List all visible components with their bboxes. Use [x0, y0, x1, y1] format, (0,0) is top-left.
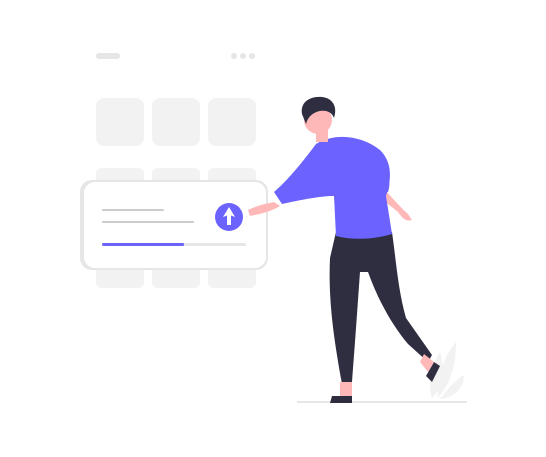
file-size-placeholder: [102, 221, 194, 223]
tile: [152, 98, 200, 146]
illustration-stage: [0, 0, 546, 457]
person-figure: [248, 96, 440, 403]
ground-line: [297, 401, 467, 403]
person-legs: [329, 232, 432, 384]
window-title-bar-placeholder: [96, 53, 120, 59]
upload-illustration: [80, 53, 467, 403]
upload-button[interactable]: [215, 203, 243, 231]
tile: [96, 98, 144, 146]
person-shirt: [274, 136, 392, 239]
three-dots-icon: [231, 53, 255, 59]
tile: [208, 98, 256, 146]
person-ankle: [340, 382, 352, 396]
progress-fill: [102, 243, 185, 246]
upload-card: [80, 180, 268, 270]
file-name-placeholder: [102, 209, 164, 211]
person-shoe: [330, 396, 352, 403]
